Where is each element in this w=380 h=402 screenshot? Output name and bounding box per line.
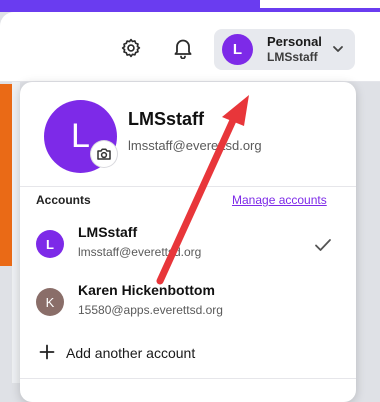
account-name: LMSstaff	[78, 224, 138, 240]
avatar: L	[222, 34, 253, 65]
current-user-name: LMSstaff	[128, 109, 204, 129]
background-orange-strip	[0, 84, 12, 266]
add-another-account-button[interactable]: Add another account	[20, 340, 356, 370]
accounts-heading: Accounts	[36, 193, 91, 207]
account-dropdown: L LMSstaff lmsstaff@everettsd.org Accoun…	[20, 82, 356, 402]
account-item-karen-hickenbottom[interactable]: K Karen Hickenbottom 15580@apps.everetts…	[20, 278, 356, 328]
profile-switcher-button[interactable]: L Personal LMSstaff	[214, 29, 355, 70]
camera-icon[interactable]	[91, 141, 117, 167]
account-email: lmsstaff@everettsd.org	[78, 245, 202, 259]
add-account-label: Add another account	[66, 345, 196, 361]
background-panel-edge	[12, 82, 20, 383]
divider	[20, 378, 356, 379]
account-email: 15580@apps.everettsd.org	[78, 303, 223, 317]
account-item-lmsstaff[interactable]: L LMSstaff lmsstaff@everettsd.org	[20, 220, 356, 270]
chevron-down-icon	[331, 42, 345, 61]
avatar: K	[36, 288, 64, 316]
avatar: L	[36, 230, 64, 258]
gear-icon[interactable]	[120, 37, 142, 59]
profile-title: Personal	[267, 34, 322, 49]
checkmark-icon	[314, 238, 332, 257]
top-band-edge	[260, 0, 380, 8]
profile-subtitle: LMSstaff	[267, 50, 318, 64]
current-user-email: lmsstaff@everettsd.org	[128, 138, 262, 153]
account-name: Karen Hickenbottom	[78, 282, 215, 298]
plus-icon	[39, 344, 55, 365]
manage-accounts-link[interactable]: Manage accounts	[232, 193, 327, 207]
divider	[20, 186, 356, 187]
bell-icon[interactable]	[172, 37, 194, 59]
